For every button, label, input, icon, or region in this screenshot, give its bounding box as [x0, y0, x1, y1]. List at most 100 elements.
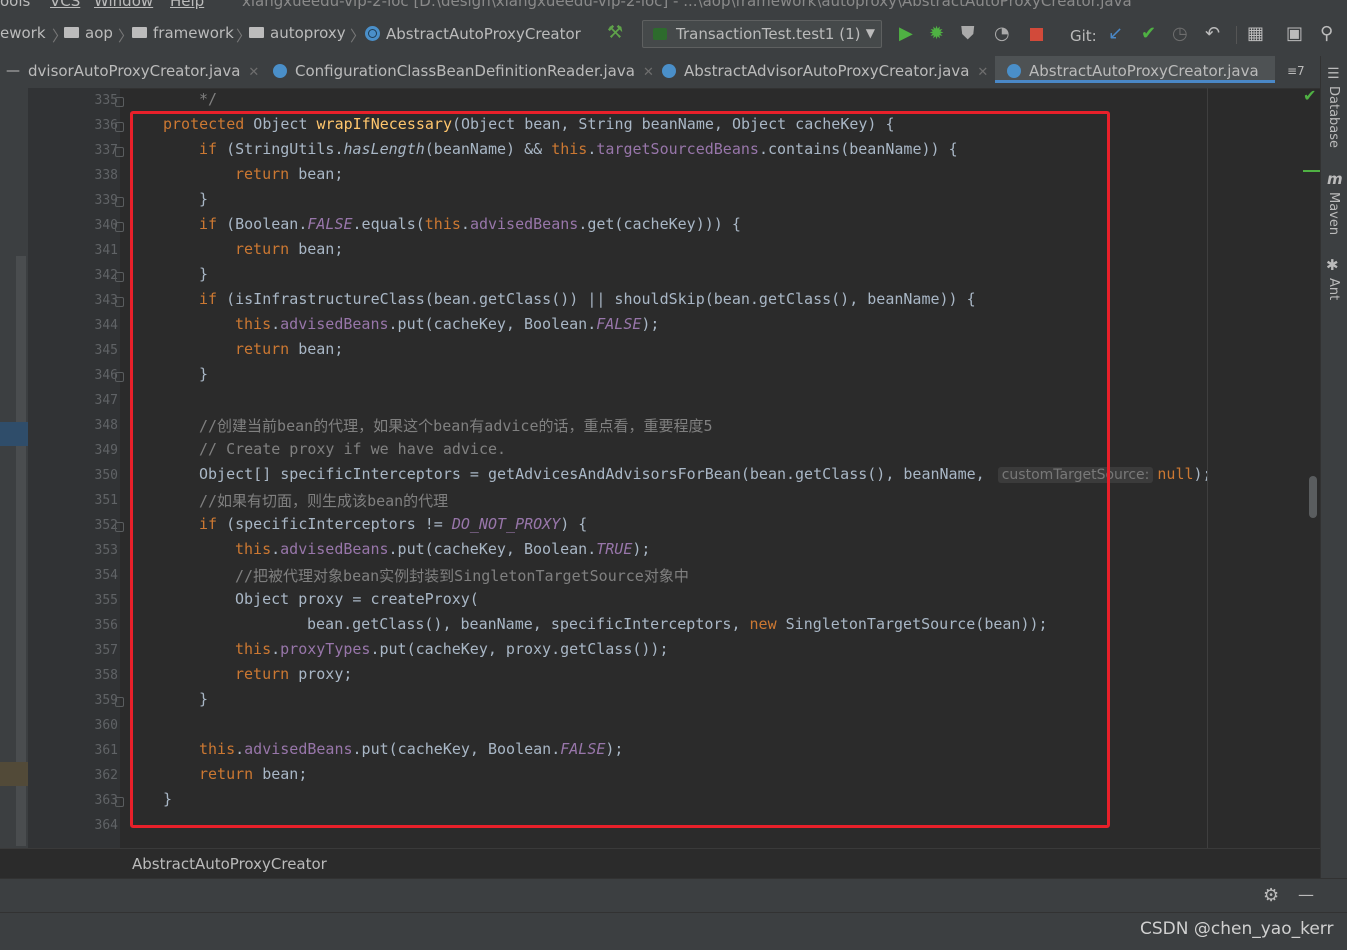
line-number: 352	[94, 518, 118, 533]
window-title: xiangxueedu-vip-2-ioc [D:\design\xiangxu…	[242, 0, 1132, 10]
line-number: 364	[94, 818, 118, 833]
line-number: 350	[94, 468, 118, 483]
fold-marker[interactable]	[115, 522, 124, 532]
menu-bar: ools VCS Window Help xiangxueedu-vip-2-i…	[0, 0, 1347, 14]
breadcrumb-class[interactable]: AbstractAutoProxyCreator	[365, 24, 581, 43]
close-icon[interactable]: ✕	[643, 65, 654, 80]
fold-marker[interactable]	[115, 197, 124, 207]
line-number: 340	[94, 218, 118, 233]
structure-scrollbar[interactable]	[16, 256, 26, 846]
tab-configuration-class-reader[interactable]: ConfigurationClassBeanDefinitionReader.j…	[273, 56, 654, 86]
line-number: 345	[94, 343, 118, 358]
abstract-class-icon	[1007, 64, 1021, 78]
line-number: 358	[94, 668, 118, 683]
editor-scrollbar-thumb[interactable]	[1309, 476, 1317, 518]
tab-abstract-advisor-auto-proxy-creator[interactable]: AbstractAdvisorAutoProxyCreator.java ✕	[662, 56, 988, 86]
fold-marker[interactable]	[115, 797, 124, 807]
line-number: 355	[94, 593, 118, 608]
breadcrumb-class-label: AbstractAutoProxyCreator	[386, 25, 581, 43]
ant-tool-button[interactable]: Ant	[1326, 278, 1341, 300]
coverage-shield-icon[interactable]: ⛊	[961, 22, 975, 46]
terminal-window-icon[interactable]: ▣	[1286, 22, 1303, 46]
minimize-icon[interactable]: —	[1298, 885, 1314, 904]
menu-help[interactable]: Help	[170, 0, 204, 10]
bookmark-marker	[0, 422, 28, 446]
breadcrumb-framework-label: framework	[153, 24, 234, 42]
line-number: 346	[94, 368, 118, 383]
right-tool-strip: ☰ Database m Maven ✱ Ant	[1320, 56, 1347, 878]
run-configuration-label: TransactionTest.test1 (1)	[676, 25, 861, 43]
line-number: 359	[94, 693, 118, 708]
rollback-undo-icon[interactable]: ↶	[1205, 22, 1220, 46]
history-clock-icon[interactable]: ◷	[1172, 22, 1188, 46]
line-number: 360	[94, 718, 118, 733]
fold-marker[interactable]	[115, 222, 124, 232]
close-icon[interactable]: ✕	[977, 65, 988, 80]
menu-tools[interactable]: ools	[0, 0, 30, 10]
stop-icon[interactable]	[1030, 28, 1043, 41]
highlight-marker	[0, 762, 28, 786]
abstract-class-icon	[365, 26, 380, 41]
folder-icon	[132, 27, 147, 38]
editor-tab-bar: — dvisorAutoProxyCreator.java ✕ Configura…	[0, 56, 1347, 89]
line-number: 341	[94, 243, 118, 258]
git-label: Git:	[1070, 27, 1097, 45]
build-hammer-icon[interactable]: ⚒	[607, 21, 623, 45]
tab-advisor-auto-proxy-creator[interactable]: dvisorAutoProxyCreator.java ✕	[28, 56, 259, 86]
line-number: 348	[94, 418, 118, 433]
project-structure-icon[interactable]: ▦	[1247, 22, 1264, 46]
line-number: 353	[94, 543, 118, 558]
code-token: null	[1157, 465, 1194, 483]
git-commit-check-icon[interactable]: ✔	[1141, 22, 1156, 46]
breadcrumb-framework-root[interactable]: ework	[0, 24, 46, 42]
line-number: 357	[94, 643, 118, 658]
chevron-down-icon: ▼	[865, 26, 875, 40]
line-number: 349	[94, 443, 118, 458]
line-number: 338	[94, 168, 118, 183]
csdn-watermark: CSDN @chen_yao_kerr	[1140, 919, 1334, 939]
fold-marker[interactable]	[115, 122, 124, 132]
search-icon[interactable]: ⚲	[1320, 22, 1333, 46]
class-icon	[273, 64, 287, 78]
tab-abstract-auto-proxy-creator[interactable]: AbstractAutoProxyCreator.java	[995, 56, 1275, 83]
folder-icon	[64, 27, 79, 38]
structure-class-name[interactable]: AbstractAutoProxyCreator	[132, 855, 327, 873]
right-margin-guide	[1207, 88, 1208, 848]
fold-marker[interactable]	[115, 372, 124, 382]
highlight-annotation-box	[130, 111, 1110, 828]
fold-marker[interactable]	[115, 272, 124, 282]
menu-window[interactable]: Window	[94, 0, 153, 10]
status-bar: CSDN @chen_yao_kerr	[0, 912, 1347, 950]
bottom-panel: ⚙ — CSDN @chen_yao_kerr	[0, 878, 1347, 950]
line-number: 339	[94, 193, 118, 208]
breadcrumb-separator: 〉	[118, 27, 134, 45]
debug-bug-icon[interactable]: ✹	[929, 22, 944, 46]
line-number: 363	[94, 793, 118, 808]
tab-label: AbstractAdvisorAutoProxyCreator.java	[684, 62, 970, 80]
breadcrumb-autoproxy-label: autoproxy	[270, 24, 346, 42]
breadcrumb-framework[interactable]: framework	[132, 24, 234, 42]
close-icon[interactable]: ✕	[248, 65, 259, 80]
inspection-ok-check-icon[interactable]: ✔	[1303, 86, 1316, 105]
breadcrumb-aop[interactable]: aop	[64, 24, 113, 42]
fold-marker[interactable]	[115, 97, 124, 107]
profile-icon[interactable]: ◔	[994, 22, 1010, 46]
maven-tool-button[interactable]: Maven	[1326, 192, 1341, 235]
fold-marker[interactable]	[115, 147, 124, 157]
editor-breadcrumb-bar: AbstractAutoProxyCreator	[0, 848, 1320, 879]
run-configuration-select[interactable]: TransactionTest.test1 (1) ▼	[642, 20, 882, 48]
fold-marker[interactable]	[115, 297, 124, 307]
database-tool-button[interactable]: Database	[1326, 86, 1341, 148]
breadcrumb-separator: 〉	[350, 27, 366, 45]
run-icon[interactable]: ▶	[899, 22, 913, 46]
gear-icon[interactable]: ⚙	[1263, 885, 1279, 906]
git-update-arrow-icon[interactable]: ↙	[1108, 22, 1123, 46]
menu-vcs[interactable]: VCS	[50, 0, 80, 10]
code-token: */	[199, 90, 218, 108]
line-number: 343	[94, 293, 118, 308]
breadcrumb-autoproxy[interactable]: autoproxy	[249, 24, 346, 42]
fold-marker[interactable]	[115, 697, 124, 707]
change-marker	[1303, 170, 1320, 172]
tab-overflow-button[interactable]: ≡7	[1287, 64, 1305, 78]
minimize-dash-icon[interactable]: —	[6, 63, 20, 79]
